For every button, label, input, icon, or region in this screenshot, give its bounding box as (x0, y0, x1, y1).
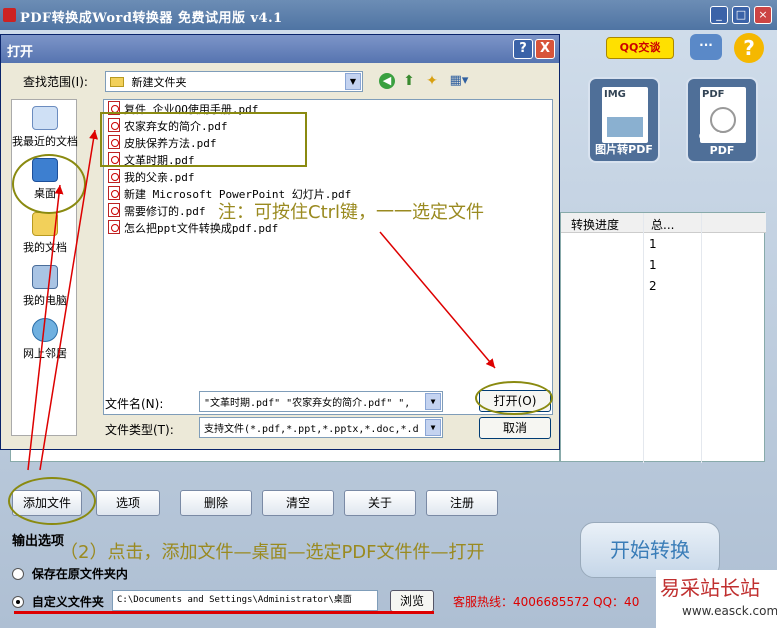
annotation-arrows (27, 129, 496, 471)
arrow-to-open (379, 231, 496, 369)
arrow-to-desktop (27, 184, 64, 471)
arrow-to-files (39, 129, 99, 471)
